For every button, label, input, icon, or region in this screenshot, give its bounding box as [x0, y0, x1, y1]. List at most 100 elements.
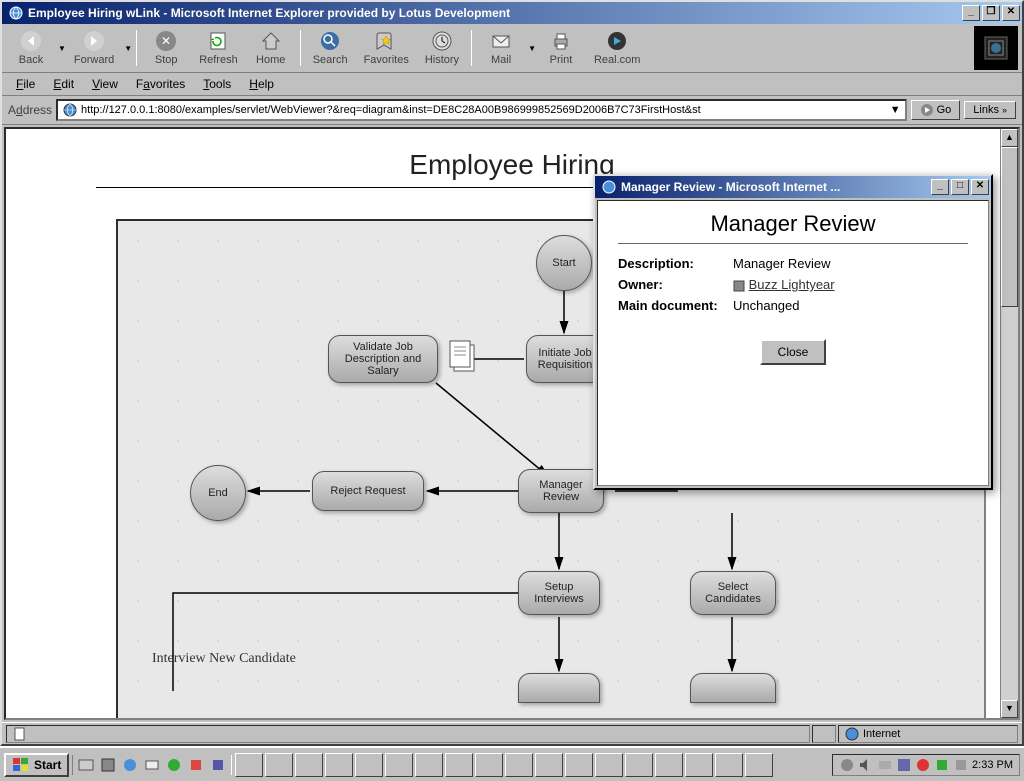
taskbar-buttons [235, 753, 829, 777]
menu-edit[interactable]: Edit [45, 75, 82, 93]
restore-button[interactable]: ❐ [982, 5, 1000, 21]
history-label: History [425, 54, 459, 66]
links-button[interactable]: Links » [964, 101, 1016, 119]
history-button[interactable]: History [417, 28, 467, 68]
home-button[interactable]: Home [246, 28, 296, 68]
node-validate-job[interactable]: Validate Job Description and Salary [328, 335, 438, 383]
node-setup-interviews[interactable]: Setup Interviews [518, 571, 600, 615]
tray-icon[interactable] [934, 757, 950, 773]
volume-icon[interactable] [858, 757, 874, 773]
menu-tools[interactable]: Tools [195, 75, 239, 93]
task-button[interactable] [235, 753, 263, 777]
task-button[interactable] [655, 753, 683, 777]
back-icon [20, 30, 42, 52]
task-button[interactable] [295, 753, 323, 777]
popup-close-action-button[interactable]: Close [760, 339, 827, 365]
popup-window[interactable]: Manager Review - Microsoft Internet ... … [593, 174, 993, 490]
stop-icon: ✕ [155, 30, 177, 52]
task-button[interactable] [385, 753, 413, 777]
scroll-up-button[interactable]: ▲ [1001, 129, 1018, 147]
task-button[interactable] [685, 753, 713, 777]
popup-close-button[interactable]: ✕ [971, 179, 989, 195]
tray-icon[interactable] [896, 757, 912, 773]
task-button[interactable] [505, 753, 533, 777]
node-reject-request[interactable]: Reject Request [312, 471, 424, 511]
task-button[interactable] [325, 753, 353, 777]
scroll-track[interactable] [1001, 147, 1018, 700]
close-button[interactable]: ✕ [1002, 5, 1020, 21]
stop-button[interactable]: ✕ Stop [141, 28, 191, 68]
favorites-label: Favorites [364, 54, 409, 66]
main-titlebar[interactable]: Employee Hiring wLink - Microsoft Intern… [2, 2, 1022, 24]
menu-view[interactable]: View [84, 75, 126, 93]
tray-icon[interactable] [839, 757, 855, 773]
ql-icon[interactable] [120, 755, 140, 775]
task-button[interactable] [715, 753, 743, 777]
tray-icon[interactable] [915, 757, 931, 773]
forward-button[interactable]: Forward [66, 28, 122, 68]
popup-body: Manager Review Description: Manager Revi… [597, 200, 989, 486]
task-button[interactable] [745, 753, 773, 777]
zone-label: Internet [863, 728, 900, 740]
node-partial-bottom-left[interactable] [518, 673, 600, 703]
ql-icon[interactable] [142, 755, 162, 775]
minimize-button[interactable]: _ [962, 5, 980, 21]
task-button[interactable] [355, 753, 383, 777]
node-end[interactable]: End [190, 465, 246, 521]
address-dropdown-icon[interactable]: ▼ [890, 104, 901, 116]
task-button[interactable] [445, 753, 473, 777]
refresh-button[interactable]: Refresh [191, 28, 246, 68]
menu-file[interactable]: File [8, 75, 43, 93]
menu-favorites[interactable]: Favorites [128, 75, 193, 93]
system-tray[interactable]: 2:33 PM [832, 754, 1020, 776]
menu-help[interactable]: Help [241, 75, 282, 93]
go-button[interactable]: Go [911, 100, 961, 120]
popup-row-owner: Owner: Buzz Lightyear [618, 277, 968, 292]
vertical-scrollbar[interactable]: ▲ ▼ [1000, 129, 1018, 718]
tray-icon[interactable] [877, 757, 893, 773]
back-button[interactable]: Back [6, 28, 56, 68]
start-button[interactable]: Start [4, 753, 69, 777]
task-button[interactable] [565, 753, 593, 777]
windows-logo-icon [12, 757, 30, 773]
mail-dropdown-icon[interactable]: ▼ [528, 44, 536, 53]
ql-icon[interactable] [164, 755, 184, 775]
task-button[interactable] [475, 753, 503, 777]
search-icon [319, 30, 341, 52]
forward-icon [83, 30, 105, 52]
node-select-candidates[interactable]: Select Candidates [690, 571, 776, 615]
node-start[interactable]: Start [536, 235, 592, 291]
menu-bar: File Edit View Favorites Tools Help [2, 73, 1022, 96]
node-manager-review[interactable]: Manager Review [518, 469, 604, 513]
task-button[interactable] [265, 753, 293, 777]
history-icon [431, 30, 453, 52]
node-partial-bottom-right[interactable] [690, 673, 776, 703]
scroll-thumb[interactable] [1001, 147, 1018, 307]
favorites-button[interactable]: Favorites [356, 28, 417, 68]
popup-titlebar[interactable]: Manager Review - Microsoft Internet ... … [595, 176, 991, 198]
popup-maximize-button[interactable]: □ [951, 179, 969, 195]
popup-minimize-button[interactable]: _ [931, 179, 949, 195]
forward-dropdown-icon[interactable]: ▼ [124, 44, 132, 53]
back-label: Back [19, 54, 43, 66]
print-button[interactable]: Print [536, 28, 586, 68]
links-chevron-icon: » [1002, 105, 1007, 115]
task-button[interactable] [415, 753, 443, 777]
address-input[interactable]: http://127.0.0.1:8080/examples/servlet/W… [56, 99, 907, 121]
owner-link[interactable]: Buzz Lightyear [749, 277, 835, 292]
realcom-button[interactable]: Real.com [586, 28, 648, 68]
mail-button[interactable]: Mail [476, 28, 526, 68]
back-dropdown-icon[interactable]: ▼ [58, 44, 66, 53]
start-label: Start [34, 758, 61, 772]
ql-icon[interactable] [98, 755, 118, 775]
task-button[interactable] [535, 753, 563, 777]
ql-icon[interactable] [76, 755, 96, 775]
task-button[interactable] [625, 753, 653, 777]
tray-icon[interactable] [953, 757, 969, 773]
ql-icon[interactable] [186, 755, 206, 775]
scroll-down-button[interactable]: ▼ [1001, 700, 1018, 718]
search-button[interactable]: Search [305, 28, 356, 68]
task-button[interactable] [595, 753, 623, 777]
print-icon [550, 30, 572, 52]
ql-icon[interactable] [208, 755, 228, 775]
